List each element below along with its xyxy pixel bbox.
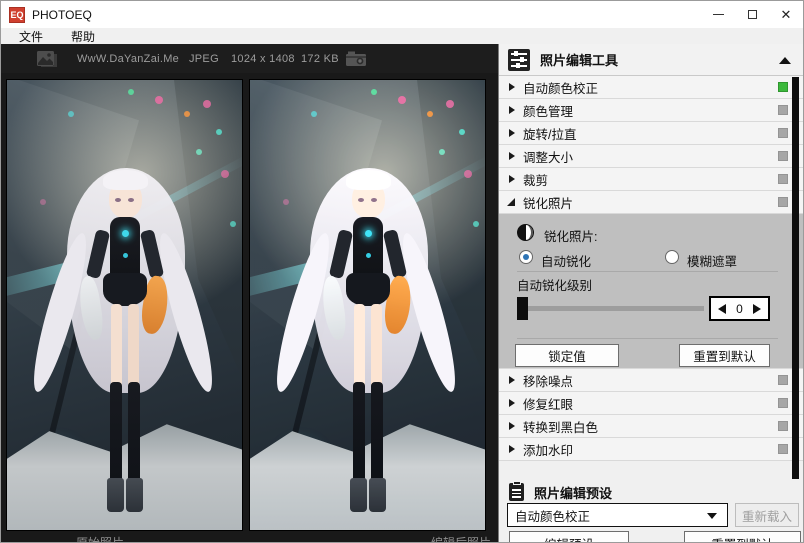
collapse-panel-icon[interactable] — [779, 57, 791, 64]
after-label: 编辑后照片 — [431, 536, 492, 543]
sharpen-level-label: 自动锐化级别 — [517, 279, 593, 293]
tool-row-blackwhite[interactable]: 转换到黑白色 — [499, 415, 803, 438]
window-title: PHOTOEQ — [32, 7, 92, 22]
preset-dropdown[interactable]: 自动颜色校正 — [507, 503, 728, 527]
divider — [517, 338, 778, 339]
equalizer-icon — [508, 48, 530, 71]
tool-indicator[interactable] — [778, 174, 788, 184]
divider — [517, 271, 778, 272]
tool-indicator[interactable] — [778, 105, 788, 115]
tools-scroll-area: 自动颜色校正 颜色管理 旋转/拉直 调整大小 裁剪 锐化照片 锐化照片: 自动锐… — [499, 76, 803, 481]
tool-row-auto-color[interactable]: 自动颜色校正 — [499, 76, 803, 99]
tool-row-rotate[interactable]: 旋转/拉直 — [499, 122, 803, 145]
tools-panel-title: 照片编辑工具 — [540, 53, 619, 68]
reload-button[interactable]: 重新载入 — [735, 503, 799, 527]
edit-presets-button[interactable]: 编辑预设 — [509, 531, 629, 542]
tool-indicator[interactable] — [778, 82, 788, 92]
chevron-right-icon — [509, 175, 515, 183]
chevron-right-icon — [509, 152, 515, 160]
tool-row-sharpen[interactable]: 锐化照片 — [499, 191, 803, 214]
tool-indicator[interactable] — [778, 128, 788, 138]
panel-scrollbar[interactable] — [792, 77, 799, 479]
app-window: EQ PHOTOEQ ✕ 文件 帮助 WwW.DaYanZai.Me JPEG … — [0, 0, 804, 543]
reset-default-button[interactable]: 重置到默认 — [679, 344, 770, 367]
photo-icon — [37, 50, 57, 67]
chevron-right-icon — [509, 83, 515, 91]
chevron-right-icon — [509, 129, 515, 137]
tool-indicator[interactable] — [778, 398, 788, 408]
radio-unsharp-mask-label: 模糊遮罩 — [687, 255, 738, 269]
artwork — [250, 80, 485, 530]
lock-value-button[interactable]: 锁定值 — [515, 344, 619, 367]
preview-area: 原始照片 编辑后照片 — [1, 73, 498, 543]
clipboard-icon — [509, 481, 524, 501]
before-label: 原始照片 — [76, 536, 125, 543]
minimize-icon — [712, 14, 724, 15]
tool-row-resize[interactable]: 调整大小 — [499, 145, 803, 168]
maximize-button[interactable] — [735, 1, 769, 28]
watermark-text: WwW.DaYanZai.Me — [77, 52, 180, 65]
spinner-increment-icon[interactable] — [753, 303, 761, 314]
sharpen-level-slider-thumb[interactable] — [517, 297, 528, 320]
presets-title: 照片编辑预设 — [534, 485, 613, 501]
chevron-right-icon — [509, 106, 515, 114]
tool-row-crop[interactable]: 裁剪 — [499, 168, 803, 191]
menu-file[interactable]: 文件 — [1, 28, 57, 45]
sharpen-section: 锐化照片: 自动锐化 模糊遮罩 自动锐化级别 0 锁定值 重置到默认 — [499, 214, 803, 369]
sharpen-level-slider-track[interactable] — [521, 306, 704, 311]
tool-row-watermark[interactable]: 添加水印 — [499, 438, 803, 461]
radio-auto-sharpen[interactable] — [519, 250, 533, 264]
maximize-icon — [747, 10, 757, 19]
spinner-decrement-icon[interactable] — [718, 303, 726, 314]
chevron-right-icon — [509, 376, 515, 384]
tool-indicator[interactable] — [778, 197, 788, 207]
artwork — [7, 80, 242, 530]
radio-unsharp-mask[interactable] — [665, 250, 679, 264]
sharpen-mode-radios: 自动锐化 模糊遮罩 — [499, 250, 803, 269]
sharpen-icon — [517, 224, 534, 241]
file-format: JPEG — [189, 52, 219, 65]
preview-image-before — [6, 79, 243, 531]
tools-panel: 照片编辑工具 自动颜色校正 颜色管理 旋转/拉直 调整大小 裁剪 锐化照片 锐化… — [498, 44, 803, 542]
tool-row-color-management[interactable]: 颜色管理 — [499, 99, 803, 122]
preset-select-row: 自动颜色校正 重新载入 — [499, 503, 803, 529]
preview-image-after — [249, 79, 486, 531]
tool-row-redeye[interactable]: 修复红眼 — [499, 392, 803, 415]
sharpen-label: 锐化照片: — [544, 230, 598, 244]
menu-help[interactable]: 帮助 — [57, 28, 109, 45]
sharpen-level-spinner: 0 — [709, 296, 770, 321]
radio-auto-sharpen-label: 自动锐化 — [541, 255, 592, 269]
tool-indicator[interactable] — [778, 421, 788, 431]
file-size: 172 KB — [301, 52, 339, 65]
tool-indicator[interactable] — [778, 444, 788, 454]
sharpen-level-value: 0 — [736, 301, 743, 316]
window-controls: ✕ — [701, 1, 803, 28]
open-photo-button[interactable] — [36, 44, 58, 73]
preset-dropdown-value: 自动颜色校正 — [515, 509, 591, 524]
minimize-button[interactable] — [701, 1, 735, 28]
tool-indicator[interactable] — [778, 375, 788, 385]
chevron-down-icon — [707, 513, 717, 519]
chevron-right-icon — [509, 422, 515, 430]
menu-bar: 文件 帮助 — [1, 28, 803, 44]
app-icon: EQ — [9, 6, 25, 23]
camera-icon — [346, 51, 366, 66]
reset-presets-button[interactable]: 重置到默认 — [684, 531, 801, 542]
tools-panel-header[interactable]: 照片编辑工具 — [499, 44, 803, 76]
capture-button[interactable] — [345, 44, 369, 73]
toolbar: WwW.DaYanZai.Me JPEG 1024 x 1408 172 KB — [1, 44, 498, 73]
tool-row-denoise[interactable]: 移除噪点 — [499, 369, 803, 392]
chevron-expanded-icon — [507, 198, 515, 206]
close-button[interactable]: ✕ — [769, 1, 803, 28]
presets-header: 照片编辑预设 — [499, 481, 803, 503]
chevron-right-icon — [509, 445, 515, 453]
image-dimensions: 1024 x 1408 — [231, 52, 295, 65]
close-icon: ✕ — [780, 7, 792, 22]
title-bar: EQ PHOTOEQ ✕ — [1, 1, 803, 28]
chevron-right-icon — [509, 399, 515, 407]
tool-indicator[interactable] — [778, 151, 788, 161]
